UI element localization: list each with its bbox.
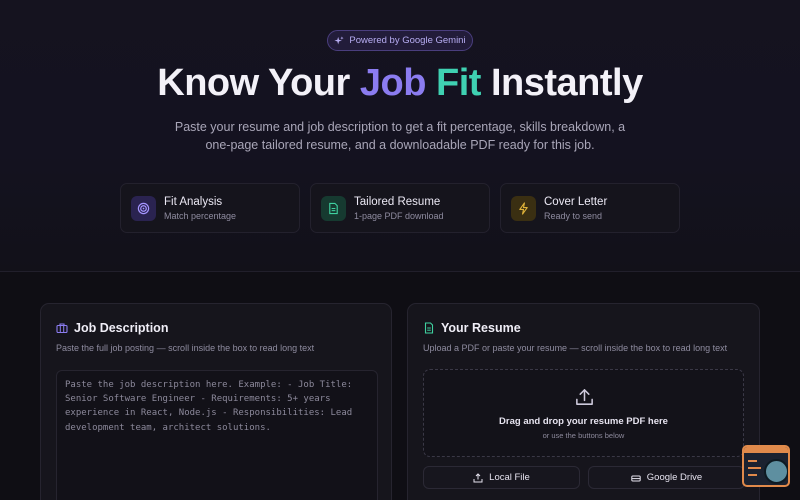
sparkle-icon <box>334 35 344 44</box>
upload-icon <box>576 389 593 405</box>
briefcase-icon <box>56 323 68 334</box>
feature-cards: Fit Analysis Match percentage Tailored R… <box>120 183 680 233</box>
resume-title: Your Resume <box>441 321 521 335</box>
title-part2: Instantly <box>480 62 643 104</box>
job-description-subtitle: Paste the full job posting — scroll insi… <box>56 343 315 353</box>
hero-subtitle: Paste your resume and job description to… <box>150 118 650 154</box>
document-icon <box>424 322 434 334</box>
feature-title: Fit Analysis <box>164 196 223 208</box>
feature-subtitle: Ready to send <box>544 211 603 221</box>
google-drive-button[interactable]: Google Drive <box>588 466 745 489</box>
subtitle-line2: one-page tailored resume, and a download… <box>205 138 595 152</box>
page-title: Know Your Job Fit Instantly <box>0 62 800 105</box>
drive-icon <box>631 475 641 481</box>
subtitle-line1: Paste your resume and job description to… <box>174 120 626 134</box>
resume-panel: Your Resume Upload a PDF or paste your r… <box>407 303 760 500</box>
hero-section: Powered by Google Gemini Know Your Job F… <box>0 0 800 272</box>
feature-subtitle: Match percentage <box>164 211 237 221</box>
job-description-heading: Job Description <box>56 321 168 335</box>
target-icon <box>131 196 156 221</box>
resume-heading: Your Resume <box>423 321 521 335</box>
local-file-button[interactable]: Local File <box>423 466 580 489</box>
title-job: Job <box>359 62 427 104</box>
floating-assistant-widget[interactable] <box>742 445 790 487</box>
widget-line <box>748 467 761 469</box>
title-part1: Know Your <box>157 62 360 104</box>
feature-card-cover-letter: Cover Letter Ready to send <box>500 183 680 233</box>
job-description-title: Job Description <box>74 321 169 335</box>
widget-line <box>748 460 757 462</box>
feature-card-fit-analysis: Fit Analysis Match percentage <box>120 183 300 233</box>
local-file-label: Local File <box>489 472 530 483</box>
badge-label: Powered by Google Gemini <box>349 35 466 46</box>
upload-icon <box>473 472 483 482</box>
resume-dropzone[interactable]: Drag and drop your resume PDF here or us… <box>423 369 744 457</box>
document-icon <box>321 196 346 221</box>
feature-card-tailored-resume: Tailored Resume 1-page PDF download <box>310 183 490 233</box>
feature-title: Cover Letter <box>544 196 608 208</box>
widget-header-bar <box>744 447 788 453</box>
title-fit: Fit <box>425 62 481 104</box>
widget-line <box>748 474 757 476</box>
feature-subtitle: 1-page PDF download <box>354 211 444 221</box>
job-description-textarea[interactable]: Paste the job description here. Example:… <box>56 370 378 500</box>
lightning-icon <box>511 196 536 221</box>
feature-title: Tailored Resume <box>354 196 441 208</box>
resume-subtitle: Upload a PDF or paste your resume — scro… <box>423 343 728 353</box>
powered-by-badge: Powered by Google Gemini <box>327 30 473 51</box>
dropzone-subtitle: or use the buttons below <box>542 431 625 440</box>
assistant-icon <box>764 459 788 484</box>
dropzone-title: Drag and drop your resume PDF here <box>499 416 668 427</box>
job-description-panel: Job Description Paste the full job posti… <box>40 303 392 500</box>
google-drive-label: Google Drive <box>646 472 703 483</box>
